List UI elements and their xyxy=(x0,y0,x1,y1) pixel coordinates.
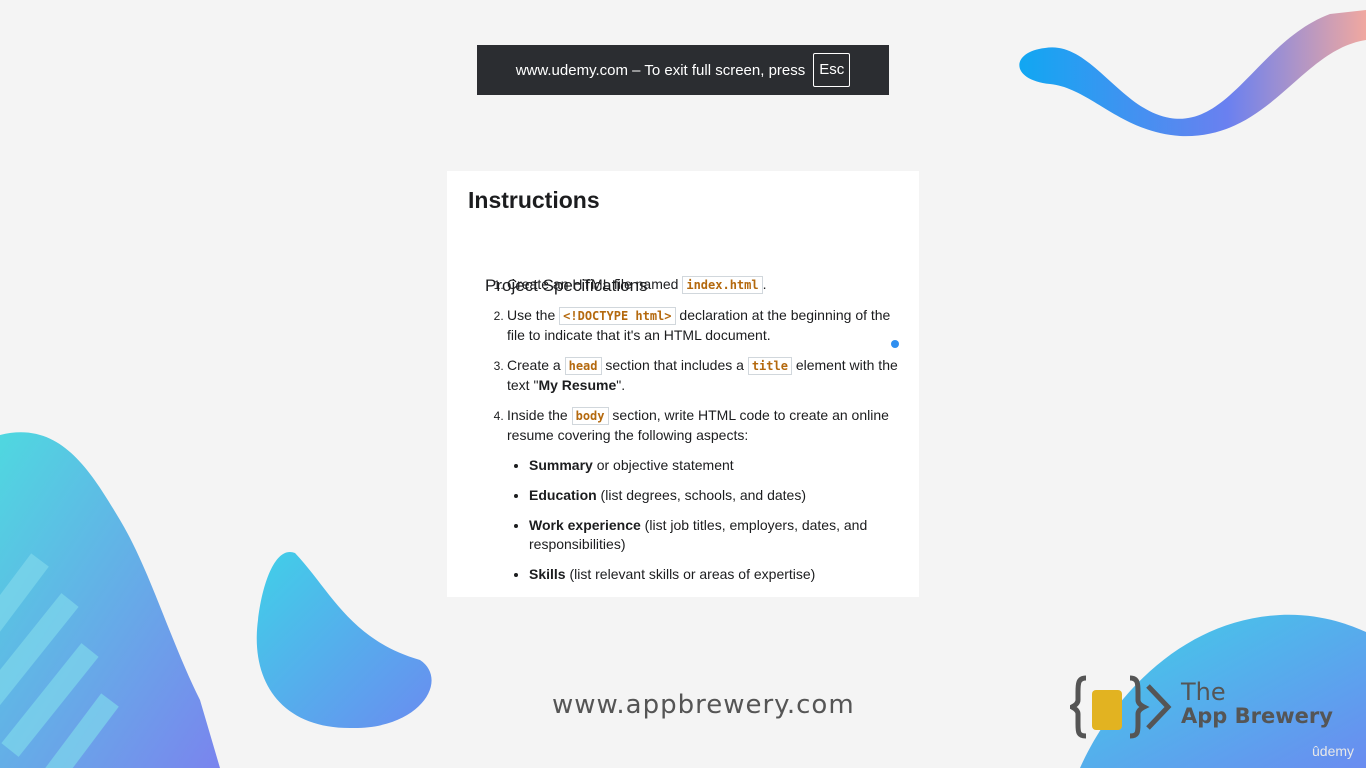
instructions-title: Instructions xyxy=(468,187,600,213)
appbrewery-url: www.appbrewery.com xyxy=(552,690,855,720)
code-snippet: body xyxy=(571,407,609,425)
center-blob xyxy=(256,551,432,729)
aspect-item: Education (list degrees, schools, and da… xyxy=(529,486,907,505)
udemy-watermark: ûdemy xyxy=(1312,743,1355,759)
logo-text-app-brewery: App Brewery xyxy=(1181,704,1333,728)
code-snippet: index.html xyxy=(682,276,763,294)
aspect-item: Work experience (list job titles, employ… xyxy=(529,516,907,554)
instructions-card: Instructions Project Specifications Crea… xyxy=(447,171,919,597)
logo-text-the: The xyxy=(1181,678,1226,706)
code-snippet: head xyxy=(564,357,602,375)
top-right-wave xyxy=(1019,10,1366,137)
resume-aspects-list: Summary or objective statement Education… xyxy=(507,456,907,584)
code-snippet: title xyxy=(747,357,792,375)
aspect-item: Summary or objective statement xyxy=(529,456,907,475)
spec-item: Create an HTML file named index.html. xyxy=(507,275,907,295)
code-snippet: <!DOCTYPE html> xyxy=(559,307,676,325)
spec-item: Use the <!DOCTYPE html> declaration at t… xyxy=(507,306,907,345)
spec-item: Inside the body section, write HTML code… xyxy=(507,406,907,584)
aspect-item: Skills (list relevant skills or areas of… xyxy=(529,565,907,584)
fullscreen-notice-text: www.udemy.com – To exit full screen, pre… xyxy=(515,61,806,79)
spec-item: Create a head section that includes a ti… xyxy=(507,356,907,395)
fullscreen-notice-banner: www.udemy.com – To exit full screen, pre… xyxy=(477,45,889,95)
specifications-list: Create an HTML file named index.html. Us… xyxy=(487,275,907,595)
esc-key-badge: Esc xyxy=(813,53,851,87)
cursor-dot xyxy=(891,340,899,348)
